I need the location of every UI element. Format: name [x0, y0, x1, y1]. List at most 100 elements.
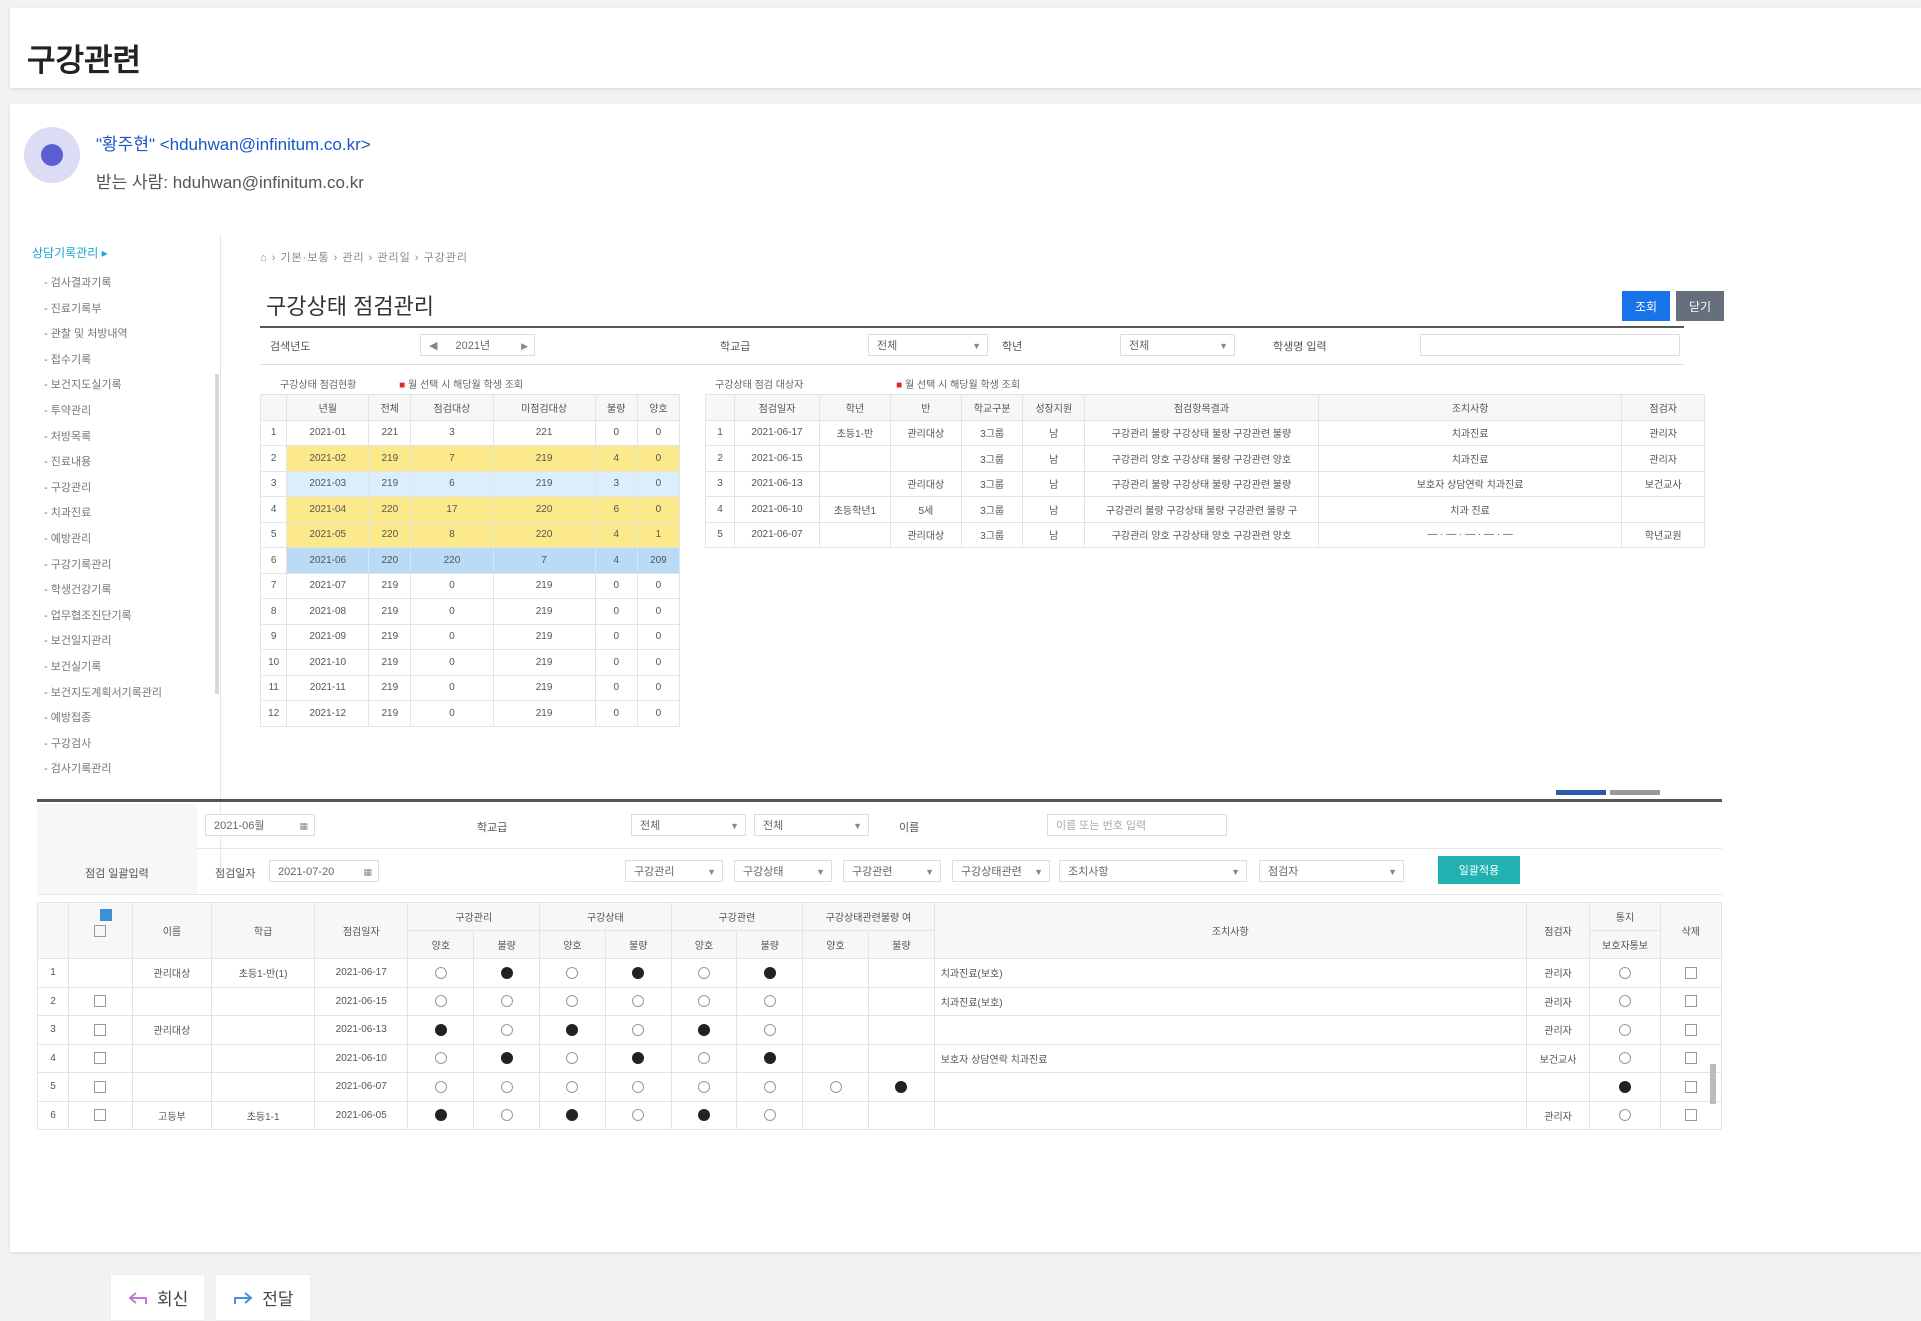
bulk-select-3[interactable]: 구강관련 ▼ — [843, 860, 941, 882]
radio-button[interactable] — [434, 1109, 447, 1122]
sidebar-item[interactable]: - 학생건강기록 — [32, 578, 222, 604]
radio-button[interactable] — [434, 1080, 447, 1093]
radio-button[interactable] — [697, 1109, 710, 1122]
close-button[interactable]: 닫기 — [1676, 291, 1724, 321]
radio-button[interactable] — [566, 966, 579, 979]
table-row[interactable]: 3 2021-03 219 6 219 3 0 — [259, 470, 681, 497]
delete-icon[interactable] — [1684, 966, 1697, 979]
radio-button[interactable] — [697, 995, 710, 1008]
table-row[interactable]: 5 2021-06-07 관리대상 3그룹 남 구강관리 양호 구강상태 양호 구강관련 … — [704, 521, 1705, 548]
sidebar-head[interactable]: 상담기록관리 ▸ — [32, 244, 222, 261]
table-row[interactable]: 12 2021-12 219 0 219 0 0 — [259, 700, 681, 727]
select-all-checkbox[interactable] — [94, 924, 107, 937]
radio-button[interactable] — [697, 1023, 710, 1036]
delete-icon[interactable] — [1684, 995, 1697, 1008]
table-row[interactable]: 6 고등부 초등1-1 2021-06-05 관리자 — [36, 1100, 1723, 1130]
radio-button[interactable] — [763, 966, 776, 979]
radio-button[interactable] — [697, 1080, 710, 1093]
table-row[interactable]: 7 2021-07 219 0 219 0 0 — [259, 572, 681, 599]
apply-button[interactable]: 일괄적용 — [1438, 856, 1520, 884]
table-row[interactable]: 4 2021-06-10 초등학년1 5세 3그룹 남 구강관리 불량 구강상태 불량 구강… — [704, 496, 1705, 523]
notify-radio[interactable] — [1619, 966, 1631, 979]
radio-button[interactable] — [697, 1052, 710, 1065]
table-row[interactable]: 4 2021-04 220 17 220 6 0 — [259, 496, 681, 523]
search-button[interactable]: 조회 — [1622, 291, 1670, 321]
radio-button[interactable] — [632, 1052, 645, 1065]
table-row[interactable]: 11 2021-11 219 0 219 0 0 — [259, 674, 681, 701]
row-checkbox[interactable] — [94, 1080, 107, 1093]
month-picker[interactable]: 2021-06월 ▦ — [205, 814, 315, 836]
radio-button[interactable] — [500, 966, 513, 979]
table-row[interactable]: 3 관리대상 2021-06-13 관리자 — [36, 1015, 1723, 1045]
radio-button[interactable] — [632, 1109, 645, 1122]
bulk-select-2[interactable]: 구강상태 ▼ — [734, 860, 832, 882]
grid-scrollbar[interactable] — [1710, 1064, 1716, 1104]
radio-button[interactable] — [500, 1080, 513, 1093]
row-checkbox[interactable] — [94, 1023, 107, 1036]
sidebar-item[interactable]: - 보건지도계획서기록관리 — [32, 681, 222, 707]
radio-button[interactable] — [632, 1080, 645, 1093]
table-row[interactable]: 3 2021-06-13 관리대상 3그룹 남 구강관리 불량 구강상태 불량 구강관련 … — [704, 470, 1705, 497]
table-row[interactable]: 5 2021-05 220 8 220 4 1 — [259, 521, 681, 548]
school-select[interactable]: 전체 ▼ — [868, 334, 988, 356]
radio-button[interactable] — [434, 1052, 447, 1065]
bulk-select-1[interactable]: 구강관리 ▼ — [625, 860, 723, 882]
table-row[interactable]: 6 2021-06 220 220 7 4 209 — [259, 547, 681, 574]
bulk-select-6[interactable]: 점검자 ▼ — [1259, 860, 1404, 882]
tab-indicator[interactable] — [1610, 790, 1660, 795]
radio-button[interactable] — [697, 966, 710, 979]
table-row[interactable]: 1 2021-01 221 3 221 0 0 — [259, 419, 681, 446]
sidebar-item[interactable]: - 접수기록 — [32, 348, 222, 374]
table-row[interactable]: 2 2021-06-15 3그룹 남 구강관리 양호 구강상태 불량 구강관련 양호 치과… — [704, 445, 1705, 472]
delete-icon[interactable] — [1684, 1109, 1697, 1122]
grade2-select[interactable]: 전체 ▼ — [754, 814, 869, 836]
sidebar-scrollbar[interactable] — [215, 374, 219, 694]
sidebar-item[interactable]: - 구강관리 — [32, 476, 222, 502]
radio-button[interactable] — [434, 1023, 447, 1036]
radio-button[interactable] — [763, 1109, 776, 1122]
radio-button[interactable] — [632, 1023, 645, 1036]
notify-radio[interactable] — [1619, 1052, 1631, 1065]
radio-button[interactable] — [763, 1052, 776, 1065]
sidebar-item[interactable]: - 진료기록부 — [32, 297, 222, 323]
delete-icon[interactable] — [1684, 1052, 1697, 1065]
notify-radio[interactable] — [1619, 1109, 1631, 1122]
notify-radio[interactable] — [1619, 1080, 1631, 1093]
sidebar-item[interactable]: - 관찰 및 처방내역 — [32, 322, 222, 348]
row-checkbox[interactable] — [94, 995, 107, 1008]
delete-icon[interactable] — [1684, 1080, 1697, 1093]
table-row[interactable]: 1 2021-06-17 초등1-반 관리대상 3그룹 남 구강관리 불량 구강상태 불량 … — [704, 419, 1705, 446]
radio-button[interactable] — [895, 1080, 908, 1093]
radio-button[interactable] — [434, 966, 447, 979]
sidebar-item[interactable]: - 처방목록 — [32, 425, 222, 451]
table-row[interactable]: 1 관리대상 초등1-반(1) 2021-06-17 치과진료(보호) 관리자 — [36, 908, 1723, 988]
radio-button[interactable] — [434, 995, 447, 1008]
grade-select[interactable]: 전체 ▼ — [1120, 334, 1235, 356]
mail-from[interactable]: "황주현" <hduhwan@infinitum.co.kr> — [96, 130, 371, 155]
radio-button[interactable] — [829, 1080, 842, 1093]
name2-input[interactable]: 이름 또는 번호 입력 — [1047, 814, 1227, 836]
radio-button[interactable] — [763, 1080, 776, 1093]
sidebar-item[interactable]: - 구강기록관리 — [32, 553, 222, 579]
school2-select[interactable]: 전체 ▼ — [631, 814, 746, 836]
forward-button[interactable]: 전달 — [215, 1274, 311, 1321]
sidebar-item[interactable]: - 검사결과기록 — [32, 271, 222, 297]
sidebar-item[interactable]: - 예방접종 — [32, 706, 222, 732]
table-row[interactable]: 4 2021-06-10 보호자 상담연락 치과진료 보건교사 — [36, 1043, 1723, 1073]
row-checkbox[interactable] — [100, 908, 113, 921]
sidebar-item[interactable]: - 진료내용 — [32, 450, 222, 476]
table-row[interactable]: 5 2021-06-07 — [36, 1072, 1723, 1102]
sidebar-item[interactable]: - 구강검사 — [32, 732, 222, 758]
radio-button[interactable] — [763, 1023, 776, 1036]
radio-button[interactable] — [632, 966, 645, 979]
radio-button[interactable] — [566, 1109, 579, 1122]
name-input[interactable] — [1420, 334, 1680, 356]
bulk-select-4[interactable]: 구강상태관련 ▼ — [952, 860, 1050, 882]
radio-button[interactable] — [500, 1052, 513, 1065]
radio-button[interactable] — [500, 995, 513, 1008]
table-row[interactable]: 8 2021-08 219 0 219 0 0 — [259, 598, 681, 625]
notify-radio[interactable] — [1619, 1023, 1631, 1036]
radio-button[interactable] — [500, 1109, 513, 1122]
radio-button[interactable] — [566, 1080, 579, 1093]
notify-radio[interactable] — [1619, 995, 1631, 1008]
